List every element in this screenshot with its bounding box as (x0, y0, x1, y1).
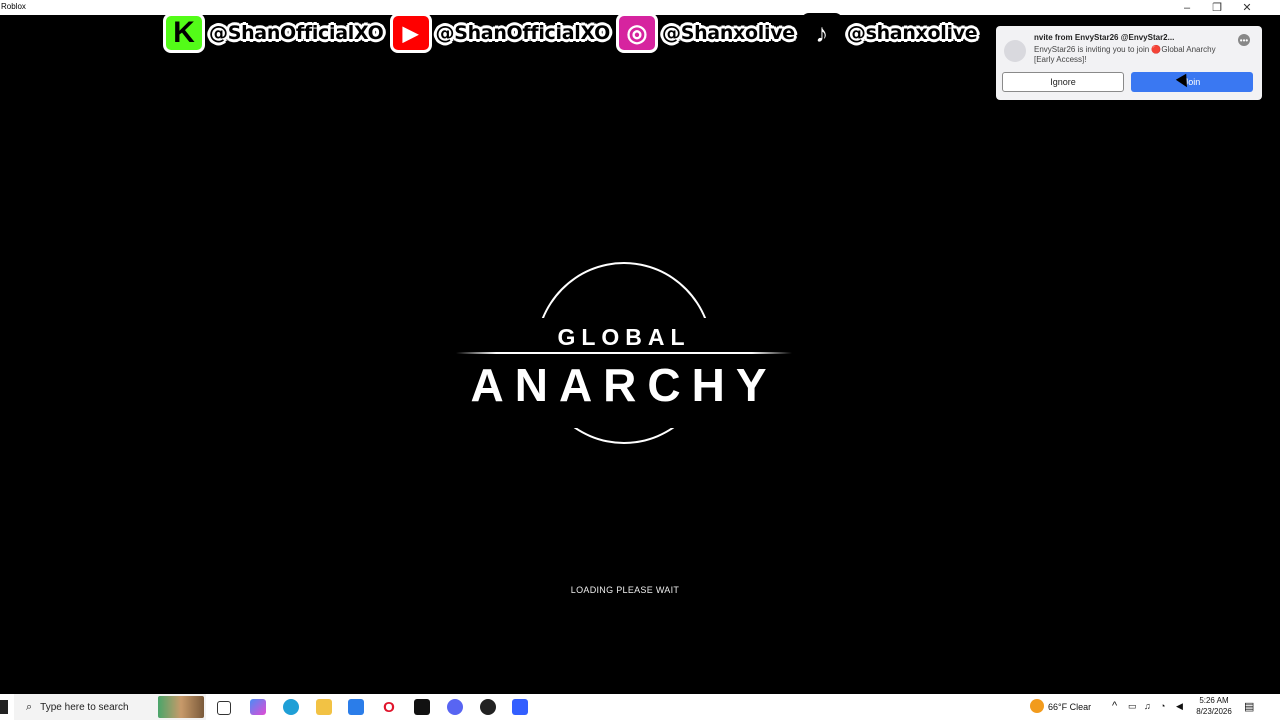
invite-heading: nvite from EnvyStar26 @EnvyStar2... (1034, 33, 1175, 42)
media-app-icon[interactable] (414, 699, 430, 715)
system-tray: 66°F Clear ^ ▭ ♫ ◔ ◀ 5:26 AM 8/23/2026 ▤ (1020, 694, 1280, 720)
logo-title-line2: ANARCHY (470, 359, 778, 411)
tiktok-handle: @shanxolive (846, 22, 978, 44)
weather-icon (1030, 699, 1044, 713)
ignore-button[interactable]: Ignore (1002, 72, 1124, 92)
search-input[interactable]: ⌕ Type here to search (14, 694, 206, 720)
network-icon[interactable]: ▭ (1128, 701, 1137, 712)
more-options-icon[interactable]: ••• (1238, 34, 1250, 46)
search-icon: ⌕ (26, 700, 33, 713)
logo-title-line1: GLOBAL (557, 324, 691, 350)
logo-divider (456, 352, 792, 354)
game-invite-notification: nvite from EnvyStar26 @EnvyStar2... Envy… (996, 26, 1262, 100)
microphone-icon[interactable]: ♫ (1144, 701, 1151, 711)
notifications-icon[interactable]: ▤ (1244, 700, 1254, 713)
youtube-icon: ▶ (389, 13, 432, 53)
search-highlight-image (158, 696, 204, 718)
roblox-icon[interactable] (512, 699, 528, 715)
window-title: Roblox (1, 2, 26, 11)
kick-handle: @ShanOfficialXO (209, 22, 384, 44)
avatar (1004, 40, 1026, 62)
tiktok-icon: ♪ (800, 13, 843, 53)
kick-icon: K (163, 13, 205, 53)
instagram-handle: @Shanxolive (662, 22, 795, 44)
task-view-icon[interactable] (217, 701, 231, 715)
youtube-handle: @ShanOfficialXO (435, 22, 611, 44)
social-banner: K @ShanOfficialXO ▶ @ShanOfficialXO ◎ @S… (163, 10, 983, 56)
chevron-up-icon[interactable]: ^ (1112, 700, 1117, 712)
loading-status: LOADING PLEASE WAIT (570, 585, 680, 595)
game-logo: GLOBAL ANARCHY (456, 262, 792, 448)
volume-icon[interactable]: ◀ (1176, 701, 1183, 712)
taskbar: ⌕ Type here to search O 66°F Clear ^ ▭ ♫… (0, 694, 1280, 720)
invite-message: EnvyStar26 is inviting you to join 🔴Glob… (1034, 45, 1216, 64)
clock-date[interactable]: 8/23/2026 (1192, 707, 1236, 716)
clock-time[interactable]: 5:26 AM (1194, 696, 1234, 705)
copilot-icon[interactable] (250, 699, 266, 715)
search-placeholder: Type here to search (40, 701, 129, 713)
wifi-icon[interactable]: ◔ (1160, 701, 1165, 711)
close-button[interactable]: ✕ (1232, 0, 1262, 15)
weather-text[interactable]: 66°F Clear (1048, 702, 1091, 712)
start-button[interactable] (0, 700, 8, 714)
instagram-icon: ◎ (616, 13, 658, 53)
restore-button[interactable]: ❐ (1202, 0, 1232, 15)
file-explorer-icon[interactable] (316, 699, 332, 715)
minimize-button[interactable]: – (1172, 0, 1202, 15)
edge-icon[interactable] (283, 699, 299, 715)
join-button[interactable]: Join (1131, 72, 1253, 92)
discord-icon[interactable] (447, 699, 463, 715)
obs-icon[interactable] (480, 699, 496, 715)
mail-icon[interactable] (348, 699, 364, 715)
opera-icon[interactable]: O (381, 699, 397, 716)
